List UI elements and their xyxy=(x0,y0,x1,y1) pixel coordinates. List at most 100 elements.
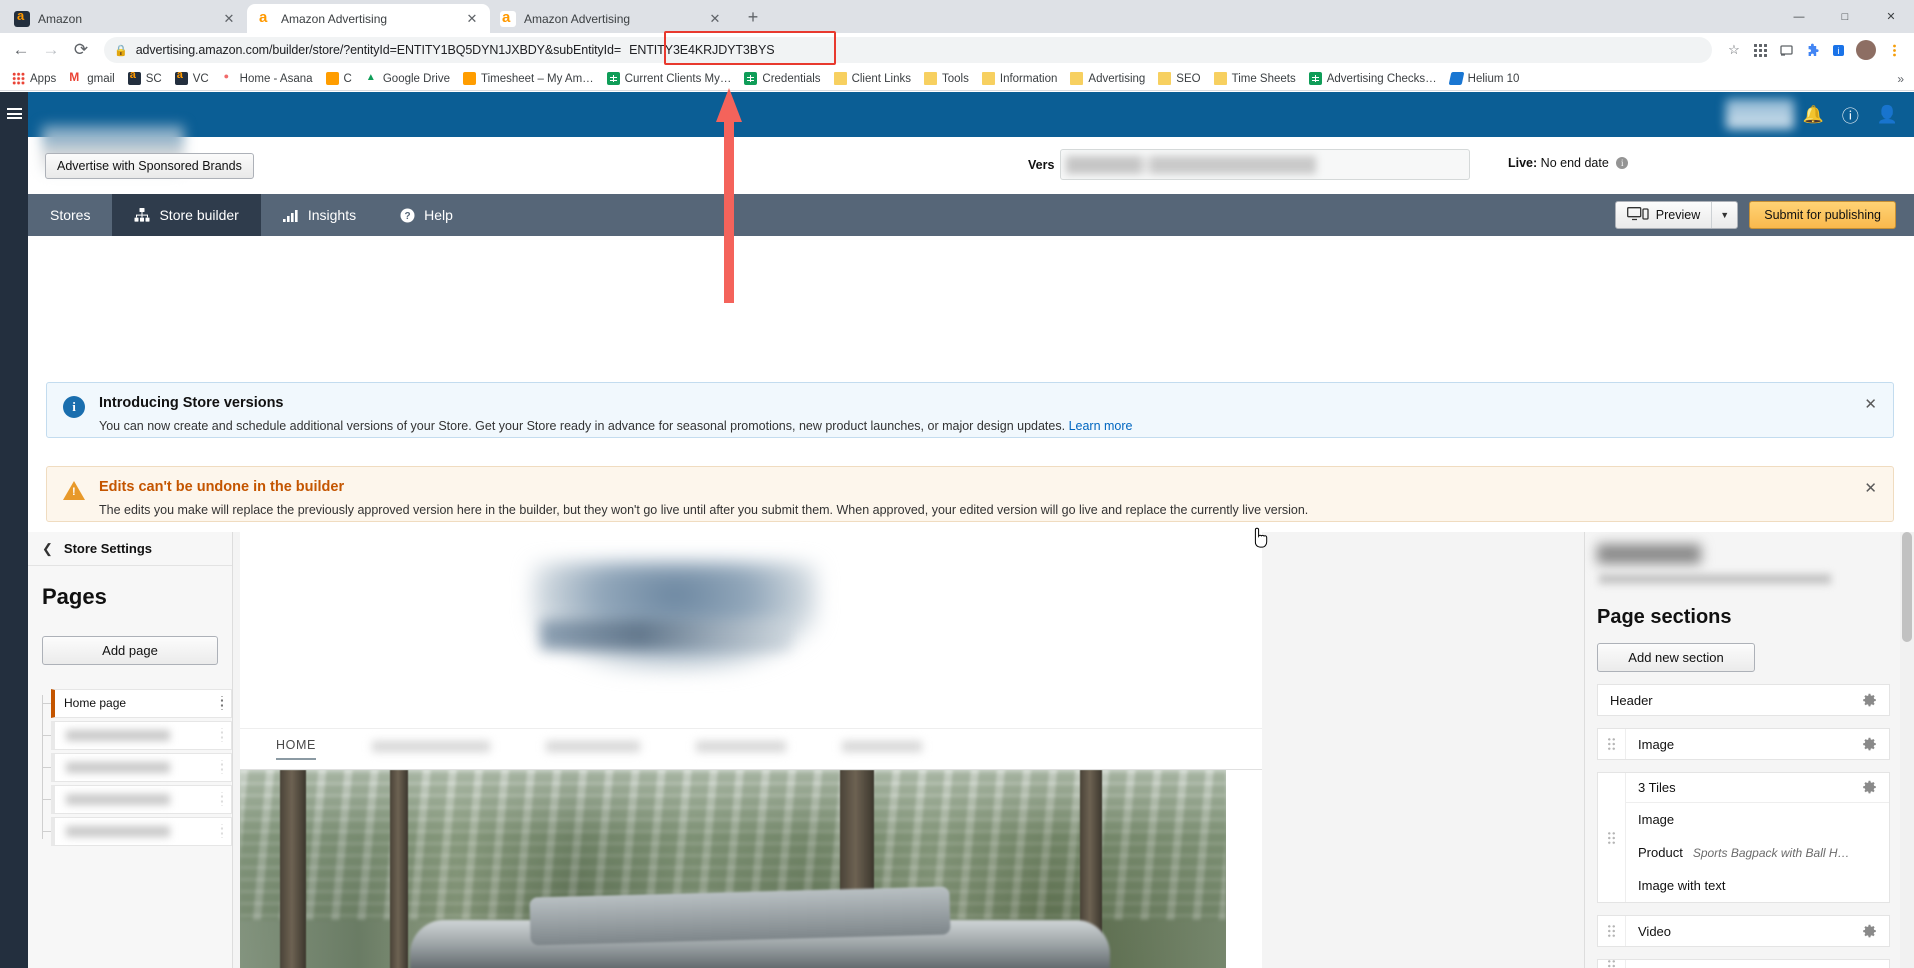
bookmark-vc[interactable]: VC xyxy=(169,69,215,87)
section-item-header[interactable]: Header xyxy=(1597,684,1890,716)
bookmark-apps[interactable]: Apps xyxy=(6,70,62,87)
section-item-partial[interactable] xyxy=(1597,959,1890,968)
chevron-down-icon[interactable]: ▼ xyxy=(1711,202,1737,228)
preview-button[interactable]: Preview xyxy=(1616,202,1711,228)
section-row[interactable]: Image xyxy=(1626,729,1889,759)
gear-icon[interactable] xyxy=(1862,924,1877,939)
puzzle-extension-icon[interactable] xyxy=(1800,38,1824,62)
close-icon[interactable]: ✕ xyxy=(464,11,480,27)
subsection-item-image[interactable]: Image xyxy=(1626,803,1889,836)
bookmark-gmail[interactable]: gmail xyxy=(63,70,120,87)
bookmark-current-clients[interactable]: Current Clients My… xyxy=(601,70,738,87)
submit-for-publishing-button[interactable]: Submit for publishing xyxy=(1749,201,1896,229)
bookmark-seo[interactable]: SEO xyxy=(1152,70,1206,87)
kebab-menu-icon[interactable] xyxy=(211,728,223,742)
extension-icon[interactable]: i xyxy=(1826,38,1850,62)
bookmark-timesheet[interactable]: Timesheet – My Am… xyxy=(457,70,600,87)
help-circle-icon[interactable]: ⓘ xyxy=(1842,102,1859,127)
bookmark-google-drive[interactable]: Google Drive xyxy=(359,70,456,87)
add-page-button[interactable]: Add page xyxy=(42,636,218,665)
menu-icon[interactable] xyxy=(1882,38,1906,62)
chevron-left-icon: ❮ xyxy=(42,540,53,556)
bookmark-information[interactable]: Information xyxy=(976,70,1064,87)
tab-store-builder[interactable]: Store builder xyxy=(112,194,261,236)
apps-grid-icon[interactable] xyxy=(1748,38,1772,62)
bookmark-advertising-checks[interactable]: Advertising Checks… xyxy=(1303,70,1443,87)
drag-handle-icon[interactable] xyxy=(1598,729,1626,759)
section-item-video[interactable]: Video xyxy=(1597,915,1890,947)
gear-icon[interactable] xyxy=(1862,737,1877,752)
subsection-item-product[interactable]: Product Sports Bagpack with Ball H… xyxy=(1626,836,1889,869)
tab-stores[interactable]: Stores xyxy=(28,194,112,236)
star-icon[interactable]: ☆ xyxy=(1722,38,1746,62)
kebab-menu-icon[interactable] xyxy=(211,824,223,838)
maximize-button[interactable]: □ xyxy=(1822,0,1868,33)
section-row[interactable]: Video xyxy=(1626,916,1889,946)
page-scrollbar[interactable] xyxy=(1900,532,1914,968)
bookmark-tools[interactable]: Tools xyxy=(918,70,975,87)
gear-icon[interactable] xyxy=(1862,780,1877,795)
drag-handle-icon[interactable] xyxy=(1598,960,1626,968)
learn-more-link[interactable]: Learn more xyxy=(1069,419,1133,433)
page-item-redacted-3[interactable] xyxy=(51,784,232,814)
bookmark-advertising[interactable]: Advertising xyxy=(1064,70,1151,87)
minimize-button[interactable]: — xyxy=(1776,0,1822,33)
advertise-with-sponsored-brands-button[interactable]: Advertise with Sponsored Brands xyxy=(45,153,254,179)
bookmarks-overflow-button[interactable]: » xyxy=(1893,72,1908,86)
section-item-image[interactable]: Image xyxy=(1597,728,1890,760)
profile-avatar-icon[interactable] xyxy=(1856,40,1876,60)
account-person-icon[interactable]: 👤 xyxy=(1877,105,1898,125)
store-nav-item-redacted-3[interactable] xyxy=(695,740,786,758)
reload-icon[interactable]: ⟳ xyxy=(68,37,94,63)
notification-bell-icon[interactable]: 🔔 xyxy=(1803,105,1824,125)
bookmark-c[interactable]: C xyxy=(320,70,358,87)
bookmark-client-links[interactable]: Client Links xyxy=(828,70,917,87)
section-row[interactable]: Header xyxy=(1598,685,1889,715)
close-icon[interactable]: ✕ xyxy=(1864,397,1877,412)
store-preview-canvas[interactable]: HOME xyxy=(233,532,1584,968)
store-nav-item-redacted-4[interactable] xyxy=(841,740,922,758)
hero-product-photo[interactable] xyxy=(240,770,1226,968)
browser-tab-3[interactable]: Amazon Advertising ✕ xyxy=(490,4,733,33)
browser-tab-1[interactable]: Amazon ✕ xyxy=(4,4,247,33)
kebab-menu-icon[interactable] xyxy=(211,760,223,774)
store-settings-back-link[interactable]: ❮ Store Settings xyxy=(28,532,232,566)
tab-help[interactable]: ? Help xyxy=(378,194,475,236)
kebab-menu-icon[interactable] xyxy=(211,792,223,806)
add-new-section-button[interactable]: Add new section xyxy=(1597,643,1755,672)
version-select[interactable] xyxy=(1060,149,1471,180)
bookmark-time-sheets[interactable]: Time Sheets xyxy=(1208,70,1302,87)
hamburger-menu-icon[interactable] xyxy=(7,108,22,119)
store-nav-item-redacted-2[interactable] xyxy=(545,740,640,758)
scrollbar-thumb[interactable] xyxy=(1902,532,1912,642)
close-window-button[interactable]: ✕ xyxy=(1868,0,1914,33)
bookmark-home-asana[interactable]: Home - Asana xyxy=(216,70,319,87)
address-bar[interactable]: 🔒 advertising.amazon.com/builder/store/?… xyxy=(104,37,1712,63)
drag-handle-icon[interactable] xyxy=(1598,773,1626,902)
bookmark-sc[interactable]: SC xyxy=(122,69,168,87)
bookmark-credentials[interactable]: Credentials xyxy=(738,70,826,87)
close-icon[interactable]: ✕ xyxy=(707,11,723,27)
tab-insights[interactable]: Insights xyxy=(261,194,378,236)
cast-icon[interactable] xyxy=(1774,38,1798,62)
new-tab-button[interactable]: + xyxy=(739,4,767,32)
forward-icon[interactable]: → xyxy=(38,37,64,63)
close-icon[interactable]: ✕ xyxy=(1864,481,1877,496)
section-item-3-tiles[interactable]: 3 Tiles Image Product Sports Bagpack wit… xyxy=(1597,772,1890,903)
close-icon[interactable]: ✕ xyxy=(221,11,237,27)
browser-tab-2[interactable]: Amazon Advertising ✕ xyxy=(247,4,490,33)
info-circle-icon[interactable]: i xyxy=(1616,157,1629,169)
kebab-menu-icon[interactable] xyxy=(211,696,223,710)
section-row[interactable]: 3 Tiles xyxy=(1626,773,1889,803)
bookmark-helium-10[interactable]: Helium 10 xyxy=(1444,70,1526,87)
page-item-home[interactable]: Home page xyxy=(51,688,232,718)
page-item-redacted-1[interactable] xyxy=(51,720,232,750)
back-icon[interactable]: ← xyxy=(8,37,34,63)
page-item-redacted-4[interactable] xyxy=(51,816,232,846)
gear-icon[interactable] xyxy=(1862,693,1877,708)
page-item-redacted-2[interactable] xyxy=(51,752,232,782)
drag-handle-icon[interactable] xyxy=(1598,916,1626,946)
store-nav-item-redacted-1[interactable] xyxy=(371,740,490,758)
subsection-item-image-with-text[interactable]: Image with text xyxy=(1626,869,1889,902)
store-nav-item-home[interactable]: HOME xyxy=(276,738,316,760)
